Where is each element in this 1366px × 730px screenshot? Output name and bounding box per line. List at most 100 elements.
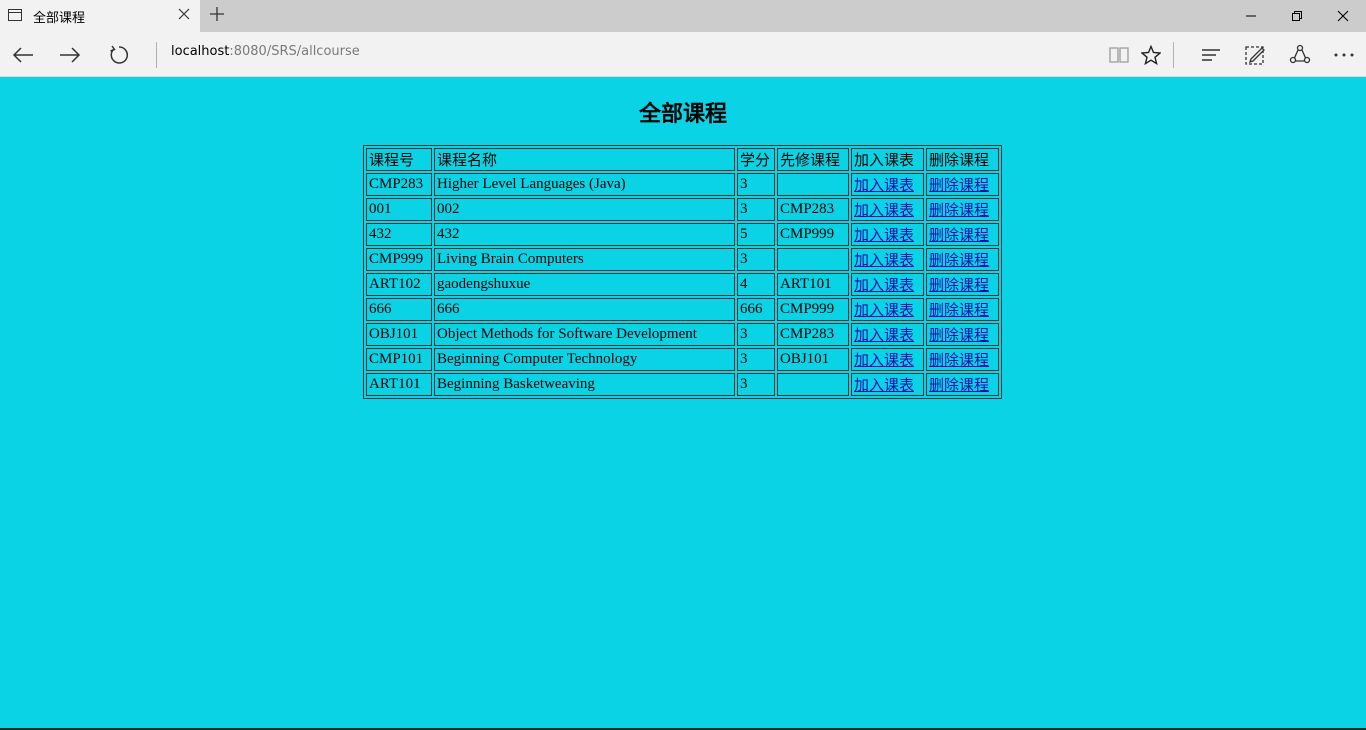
navigation-bar: localhost:8080/SRS/allcourse xyxy=(0,32,1366,77)
prerequisite-cell: ART101 xyxy=(777,273,849,296)
add-to-schedule-link[interactable]: 加入课表 xyxy=(854,228,914,244)
window-close-button[interactable] xyxy=(1320,0,1366,32)
add-to-schedule-link[interactable]: 加入课表 xyxy=(854,178,914,194)
delete-course-link[interactable]: 删除课程 xyxy=(929,203,989,219)
table-row: 666 666 666 CMP999 加入课表 删除课程 xyxy=(366,298,999,321)
delete-course-link[interactable]: 删除课程 xyxy=(929,278,989,294)
add-to-schedule-link[interactable]: 加入课表 xyxy=(854,378,914,394)
more-icon xyxy=(1334,53,1354,57)
header-prerequisite: 先修课程 xyxy=(777,148,849,171)
course-name-cell: Beginning Computer Technology xyxy=(434,348,735,371)
delete-course-link[interactable]: 删除课程 xyxy=(929,178,989,194)
delete-cell: 删除课程 xyxy=(926,373,999,396)
delete-course-link[interactable]: 删除课程 xyxy=(929,228,989,244)
toolbar-separator xyxy=(1173,42,1174,68)
table-row: ART101 Beginning Basketweaving 3 加入课表 删除… xyxy=(366,373,999,396)
course-name-cell: Living Brain Computers xyxy=(434,248,735,271)
course-id-cell: 001 xyxy=(366,198,432,221)
course-id-cell: ART101 xyxy=(366,373,432,396)
window-close-icon xyxy=(1337,10,1349,22)
credits-cell: 5 xyxy=(737,223,775,246)
credits-cell: 3 xyxy=(737,323,775,346)
course-id-cell: 666 xyxy=(366,298,432,321)
delete-cell: 删除课程 xyxy=(926,298,999,321)
more-button[interactable] xyxy=(1329,40,1359,70)
delete-course-link[interactable]: 删除课程 xyxy=(929,253,989,269)
forward-icon xyxy=(60,47,81,63)
prerequisite-cell: OBJ101 xyxy=(777,348,849,371)
minimize-icon xyxy=(1246,15,1256,17)
delete-cell: 删除课程 xyxy=(926,348,999,371)
prerequisite-cell xyxy=(777,373,849,396)
add-cell: 加入课表 xyxy=(851,273,924,296)
delete-course-link[interactable]: 删除课程 xyxy=(929,378,989,394)
close-tab-button[interactable] xyxy=(176,6,192,24)
tab-title: 全部课程 xyxy=(33,11,86,26)
delete-cell: 删除课程 xyxy=(926,223,999,246)
hub-icon xyxy=(1202,49,1220,61)
add-to-schedule-link[interactable]: 加入课表 xyxy=(854,328,914,344)
plus-icon xyxy=(210,7,224,21)
restore-icon xyxy=(1292,11,1302,21)
table-row: ART102 gaodengshuxue 4 ART101 加入课表 删除课程 xyxy=(366,273,999,296)
minimize-button[interactable] xyxy=(1228,0,1274,32)
credits-cell: 3 xyxy=(737,373,775,396)
table-row: 001 002 3 CMP283 加入课表 删除课程 xyxy=(366,198,999,221)
browser-tab[interactable]: 全部课程 xyxy=(0,0,200,32)
delete-cell: 删除课程 xyxy=(926,248,999,271)
restore-button[interactable] xyxy=(1274,0,1320,32)
course-name-cell: Higher Level Languages (Java) xyxy=(434,173,735,196)
prerequisite-cell: CMP999 xyxy=(777,223,849,246)
reading-view-button[interactable] xyxy=(1104,40,1134,70)
prerequisite-cell: CMP283 xyxy=(777,323,849,346)
delete-course-link[interactable]: 删除课程 xyxy=(929,353,989,369)
course-id-cell: ART102 xyxy=(366,273,432,296)
refresh-button[interactable] xyxy=(103,40,133,70)
table-row: CMP999 Living Brain Computers 3 加入课表 删除课… xyxy=(366,248,999,271)
header-credits: 学分 xyxy=(737,148,775,171)
prerequisite-cell: CMP283 xyxy=(777,198,849,221)
share-button[interactable] xyxy=(1285,40,1315,70)
favorite-button[interactable] xyxy=(1136,40,1166,70)
add-to-schedule-link[interactable]: 加入课表 xyxy=(854,203,914,219)
address-bar[interactable]: localhost:8080/SRS/allcourse xyxy=(171,44,360,59)
back-button[interactable] xyxy=(8,40,38,70)
delete-course-link[interactable]: 删除课程 xyxy=(929,303,989,319)
web-note-icon xyxy=(1245,46,1265,65)
credits-cell: 3 xyxy=(737,348,775,371)
delete-cell: 删除课程 xyxy=(926,323,999,346)
prerequisite-cell xyxy=(777,248,849,271)
delete-course-link[interactable]: 删除课程 xyxy=(929,328,989,344)
forward-button[interactable] xyxy=(55,40,85,70)
back-icon xyxy=(12,47,33,63)
delete-cell: 删除课程 xyxy=(926,273,999,296)
add-to-schedule-link[interactable]: 加入课表 xyxy=(854,278,914,294)
course-name-cell: gaodengshuxue xyxy=(434,273,735,296)
prerequisite-cell xyxy=(777,173,849,196)
title-bar: 全部课程 xyxy=(0,0,1366,32)
add-to-schedule-link[interactable]: 加入课表 xyxy=(854,253,914,269)
add-cell: 加入课表 xyxy=(851,248,924,271)
table-header-row: 课程号 课程名称 学分 先修课程 加入课表 删除课程 xyxy=(366,148,999,171)
new-tab-button[interactable] xyxy=(207,4,227,26)
header-delete-course: 删除课程 xyxy=(926,148,999,171)
course-table: 课程号 课程名称 学分 先修课程 加入课表 删除课程 CMP283 Higher… xyxy=(363,145,1002,399)
credits-cell: 3 xyxy=(737,248,775,271)
course-name-cell: 432 xyxy=(434,223,735,246)
web-note-button[interactable] xyxy=(1240,40,1270,70)
add-cell: 加入课表 xyxy=(851,198,924,221)
hub-button[interactable] xyxy=(1196,40,1226,70)
add-to-schedule-link[interactable]: 加入课表 xyxy=(854,353,914,369)
course-name-cell: Object Methods for Software Development xyxy=(434,323,735,346)
credits-cell: 3 xyxy=(737,173,775,196)
header-course-id: 课程号 xyxy=(366,148,432,171)
course-name-cell: 002 xyxy=(434,198,735,221)
table-row: OBJ101 Object Methods for Software Devel… xyxy=(366,323,999,346)
header-add-to-schedule: 加入课表 xyxy=(851,148,924,171)
course-name-cell: Beginning Basketweaving xyxy=(434,373,735,396)
add-cell: 加入课表 xyxy=(851,323,924,346)
course-id-cell: OBJ101 xyxy=(366,323,432,346)
add-cell: 加入课表 xyxy=(851,373,924,396)
add-to-schedule-link[interactable]: 加入课表 xyxy=(854,303,914,319)
delete-cell: 删除课程 xyxy=(926,173,999,196)
